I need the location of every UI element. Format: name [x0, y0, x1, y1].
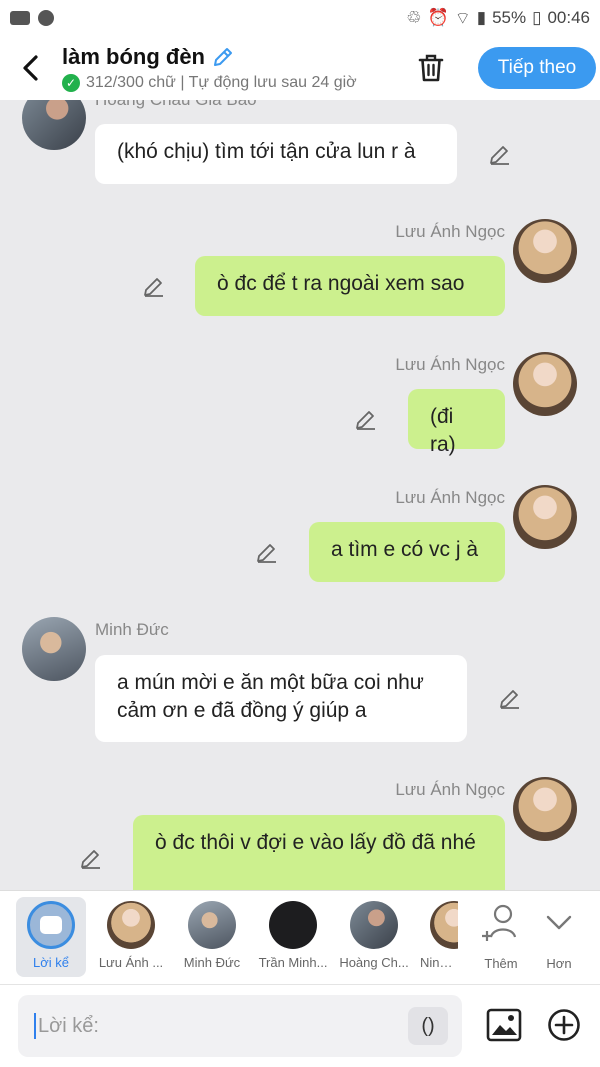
more-button[interactable]: Hơn — [524, 897, 594, 977]
edit-message-icon[interactable] — [255, 540, 279, 564]
edit-message-icon[interactable] — [142, 274, 166, 298]
avatar[interactable] — [22, 100, 86, 150]
member-label: Ninh N — [420, 955, 458, 970]
story-title: làm bóng đèn — [62, 44, 205, 69]
chevron-left-icon — [23, 55, 38, 81]
message-bubble[interactable]: ò đc để t ra ngoài xem sao — [195, 256, 505, 316]
wifi-icon: ⌔ — [454, 8, 471, 28]
image-icon — [486, 1008, 522, 1042]
edit-message-icon[interactable] — [488, 142, 512, 166]
message-input[interactable]: Lời kể: () — [18, 995, 462, 1057]
sender-name: Lưu Ánh Ngọc — [395, 355, 505, 374]
member-item[interactable]: Lưu Ánh ... — [96, 897, 166, 977]
sender-name: Lưu Ánh Ngọc — [395, 222, 505, 241]
browser-icon — [38, 10, 54, 26]
sender-name: Lưu Ánh Ngọc — [395, 780, 505, 799]
message-bubble[interactable]: (khó chịu) tìm tới tận cửa lun r à — [95, 124, 457, 184]
member-item[interactable]: Hoàng Ch... — [339, 897, 409, 977]
member-item[interactable]: Trần Minh... — [258, 897, 328, 977]
avatar — [350, 901, 398, 949]
avatar[interactable] — [22, 617, 86, 681]
signal-icon: ▮ — [476, 8, 487, 27]
trash-icon — [418, 54, 444, 82]
battery-icon: ▯ — [532, 8, 542, 27]
edit-title-icon[interactable] — [211, 45, 235, 69]
message-bubble[interactable]: a tìm e có vc j à — [309, 522, 505, 582]
youtube-icon — [10, 11, 30, 25]
avatar[interactable] — [513, 777, 577, 841]
header: làm bóng đèn ✓ 312/300 chữ | Tự động lưu… — [0, 36, 600, 100]
message-bubble[interactable]: ò đc thôi v đợi e vào lấy đồ đã nhé — [133, 815, 505, 890]
status-bar: ♲ ⏰ ⌔ ▮ 55% ▯ 00:46 — [0, 0, 600, 36]
edit-message-icon[interactable] — [79, 846, 103, 870]
member-label: Hơn — [546, 956, 572, 971]
autosave-info: 312/300 chữ | Tự động lưu sau 24 giờ — [86, 74, 357, 91]
battery-percent: 55% — [492, 8, 527, 27]
sender-name: Lưu Ánh Ngọc — [395, 488, 505, 507]
alarm-icon: ⏰ — [427, 8, 449, 27]
member-narrator[interactable]: Lời kể — [16, 897, 86, 977]
member-label: Hoàng Ch... — [339, 955, 409, 970]
back-button[interactable] — [0, 36, 62, 100]
plus-circle-icon — [548, 1009, 580, 1041]
sender-name: Minh Đức — [95, 620, 169, 639]
chevron-down-icon — [546, 915, 572, 930]
message-bubble[interactable]: (đi ra) — [408, 389, 505, 456]
avatar — [107, 901, 155, 949]
delete-button[interactable] — [406, 43, 456, 93]
avatar — [269, 901, 317, 949]
member-label: Minh Đức — [183, 955, 241, 970]
input-placeholder: Lời kể: — [38, 1014, 99, 1037]
message-bubble[interactable]: a mún mời e ăn một bữa coi như cảm ơn e … — [95, 655, 467, 742]
text-caret — [34, 1013, 36, 1039]
chat-area[interactable]: Hoàng Châu Gia Bảo (khó chịu) tìm tới tậ… — [0, 100, 600, 890]
avatar — [430, 901, 458, 949]
avatar[interactable] — [513, 352, 577, 416]
avatar — [188, 901, 236, 949]
avatar[interactable] — [513, 219, 577, 283]
add-person-icon — [482, 904, 517, 941]
edit-message-icon[interactable] — [498, 686, 522, 710]
edit-message-icon[interactable] — [354, 407, 378, 431]
member-item[interactable]: Ninh N — [420, 897, 458, 977]
next-button[interactable]: Tiếp theo — [478, 47, 596, 89]
sender-name: Hoàng Châu Gia Bảo — [95, 100, 257, 110]
narrator-icon — [27, 901, 75, 949]
clock: 00:46 — [547, 8, 590, 27]
member-label: Lưu Ánh ... — [98, 955, 164, 970]
recycle-icon: ♲ — [406, 8, 422, 27]
member-label: Lời kể — [33, 955, 69, 970]
image-button[interactable] — [482, 1003, 526, 1047]
character-selector: Lời kể Lưu Ánh ... Minh Đức Trần Minh...… — [0, 890, 600, 984]
member-label: Trần Minh... — [258, 955, 328, 970]
input-bar: Lời kể: () — [0, 984, 600, 1067]
add-button[interactable] — [542, 1003, 586, 1047]
check-icon: ✓ — [62, 74, 80, 92]
avatar[interactable] — [513, 485, 577, 549]
member-item[interactable]: Minh Đức — [177, 897, 247, 977]
action-paren-button[interactable]: () — [408, 1007, 448, 1045]
